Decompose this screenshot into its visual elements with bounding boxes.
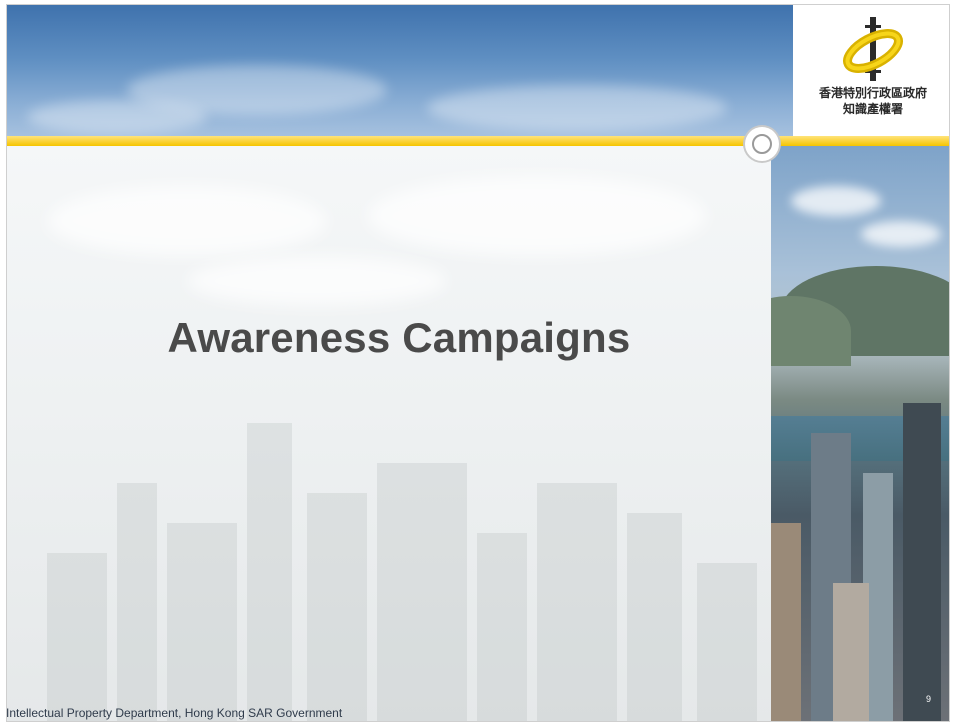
logo-text-line1: 香港特別行政區政府 — [818, 86, 927, 100]
logo-text: 香港特別行政區政府 知識產權署 — [801, 85, 945, 117]
ipd-logo-emblem-icon — [843, 17, 903, 81]
city-photo-strip — [771, 146, 949, 721]
slide-frame: 香港特別行政區政府 知識產權署 — [6, 4, 950, 722]
sky-header-image — [7, 5, 793, 140]
content-panel — [7, 146, 771, 721]
ring-ornament-icon — [745, 127, 779, 161]
page-number: 9 — [926, 694, 932, 704]
logo-text-line2: 知識產權署 — [842, 102, 903, 116]
slide: 香港特別行政區政府 知識產權署 Awareness Campaigns Inte… — [0, 0, 954, 723]
footer-text: Intellectual Property Department, Hong K… — [6, 706, 343, 720]
slide-title: Awareness Campaigns — [167, 314, 631, 361]
yellow-band — [7, 136, 949, 146]
logo-block: 香港特別行政區政府 知識產權署 — [793, 5, 949, 140]
